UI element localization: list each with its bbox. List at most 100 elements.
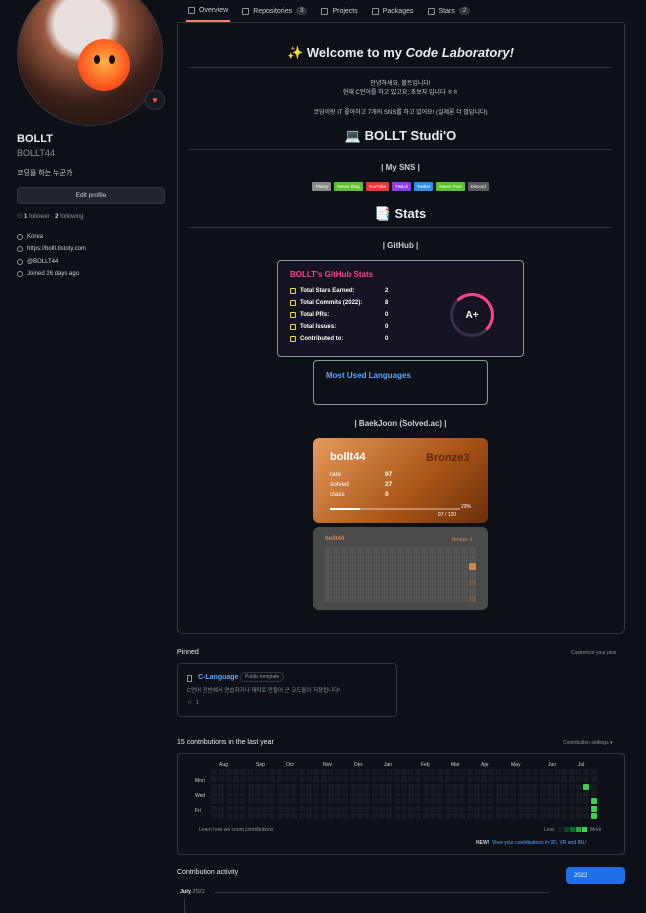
contribution-cell[interactable] [349, 805, 356, 812]
contribution-cell[interactable] [342, 805, 349, 812]
contribution-cell[interactable] [218, 812, 225, 819]
contribution-cell[interactable] [320, 776, 327, 783]
contribution-cell[interactable] [364, 812, 371, 819]
contribution-cell[interactable] [386, 798, 393, 805]
contribution-cell[interactable] [517, 798, 524, 805]
contribution-cell[interactable] [473, 776, 480, 783]
contribution-cell[interactable] [276, 805, 283, 812]
contribution-cell[interactable] [386, 769, 393, 775]
contribution-cell[interactable] [357, 805, 363, 812]
contribution-cell[interactable] [576, 812, 582, 819]
naver-post-badge[interactable]: Naver Post [436, 182, 465, 191]
contribution-cell[interactable] [561, 805, 568, 812]
contribution-cell[interactable] [466, 798, 473, 805]
contribution-cell[interactable] [561, 812, 568, 819]
contribution-cell[interactable] [400, 812, 407, 819]
contribution-cell[interactable] [539, 776, 546, 783]
contribution-cell[interactable] [495, 790, 502, 797]
contribution-cell[interactable] [437, 776, 444, 783]
contribution-cell[interactable] [284, 783, 290, 790]
contribution-cell[interactable] [349, 769, 356, 775]
contribution-cell[interactable] [211, 812, 217, 819]
contribution-cell[interactable] [444, 812, 451, 819]
contribution-cell[interactable] [232, 790, 239, 797]
contribution-cell[interactable] [313, 812, 320, 819]
contribution-cell[interactable] [291, 783, 298, 790]
contribution-cell[interactable] [408, 790, 415, 797]
contribution-cell[interactable] [568, 769, 575, 775]
contribution-cell[interactable] [313, 783, 320, 790]
contribution-cell[interactable] [232, 783, 239, 790]
contribution-cell[interactable] [371, 769, 378, 775]
contribution-cell[interactable] [218, 776, 225, 783]
contribution-cell[interactable] [254, 805, 261, 812]
contribution-cell[interactable] [408, 798, 415, 805]
contribution-cell[interactable] [546, 776, 553, 783]
contribution-cell[interactable] [393, 805, 400, 812]
learn-contributions-link[interactable]: Learn how we count contributions [199, 827, 274, 833]
tistory-badge[interactable]: Tistory [312, 182, 332, 191]
followers-count[interactable]: 1 [24, 214, 27, 220]
contribution-cell[interactable] [539, 798, 546, 805]
contribution-cell[interactable] [218, 769, 225, 775]
contribution-cell[interactable] [451, 805, 458, 812]
contribution-cell[interactable] [269, 776, 276, 783]
contribution-cell[interactable] [298, 769, 305, 775]
contribution-cell[interactable] [576, 805, 582, 812]
contribution-cell[interactable] [539, 783, 546, 790]
contribution-cell[interactable] [262, 769, 269, 775]
contribution-cell[interactable] [561, 769, 568, 775]
profile-twitter[interactable]: @BOLLT44 [17, 259, 58, 265]
contribution-cell[interactable] [400, 776, 407, 783]
contribution-cell[interactable] [408, 776, 415, 783]
contribution-cell[interactable] [517, 805, 524, 812]
contribution-cell[interactable] [590, 798, 597, 805]
contribution-cell[interactable] [459, 769, 466, 775]
contribution-cell[interactable] [568, 776, 575, 783]
contribution-cell[interactable] [539, 790, 546, 797]
contribution-cell[interactable] [546, 769, 553, 775]
contribution-cell[interactable] [371, 783, 378, 790]
contribution-cell[interactable] [349, 783, 356, 790]
contribution-cell[interactable] [422, 776, 429, 783]
twitter-badge[interactable]: Twitter [414, 182, 434, 191]
contribution-cell[interactable] [510, 783, 517, 790]
contribution-cell[interactable] [305, 798, 312, 805]
contribution-cell[interactable] [386, 783, 393, 790]
contribution-cell[interactable] [291, 790, 298, 797]
contribution-cell[interactable] [247, 805, 254, 812]
contribution-cell[interactable] [276, 783, 283, 790]
github-stats-card[interactable]: BOLLT's GitHub Stats Total Stars Earned:… [277, 260, 524, 357]
contribution-cell[interactable] [459, 812, 466, 819]
contribution-cell[interactable] [211, 798, 217, 805]
contribution-cell[interactable] [488, 776, 495, 783]
contribution-cell[interactable] [466, 790, 473, 797]
contribution-cell[interactable] [437, 790, 444, 797]
contribution-cell[interactable] [503, 805, 509, 812]
profile-website[interactable]: https://bollt.tistoty.com [17, 246, 86, 252]
contribution-cell[interactable] [211, 790, 217, 797]
contribution-cell[interactable] [408, 805, 415, 812]
contribution-cell[interactable] [576, 769, 582, 775]
contribution-cell[interactable] [503, 776, 509, 783]
contribution-cell[interactable] [269, 805, 276, 812]
contribution-cell[interactable] [430, 798, 436, 805]
contribution-cell[interactable] [576, 776, 582, 783]
contribution-cell[interactable] [400, 783, 407, 790]
contribution-cell[interactable] [451, 783, 458, 790]
contribution-cell[interactable] [218, 805, 225, 812]
contribution-cell[interactable] [218, 783, 225, 790]
contribution-cell[interactable] [225, 798, 232, 805]
contribution-cell[interactable] [386, 790, 393, 797]
tab-projects[interactable]: Projects [319, 0, 359, 22]
contribution-cell[interactable] [510, 798, 517, 805]
contribution-cell[interactable] [430, 769, 436, 775]
contribution-cell[interactable] [459, 805, 466, 812]
contribution-cell[interactable] [495, 805, 502, 812]
contribution-cell[interactable] [437, 812, 444, 819]
contribution-cell[interactable] [583, 812, 590, 819]
contribution-cell[interactable] [561, 783, 568, 790]
tab-packages[interactable]: Packages [370, 0, 416, 22]
contribution-cell[interactable] [335, 798, 342, 805]
contribution-cell[interactable] [211, 776, 217, 783]
